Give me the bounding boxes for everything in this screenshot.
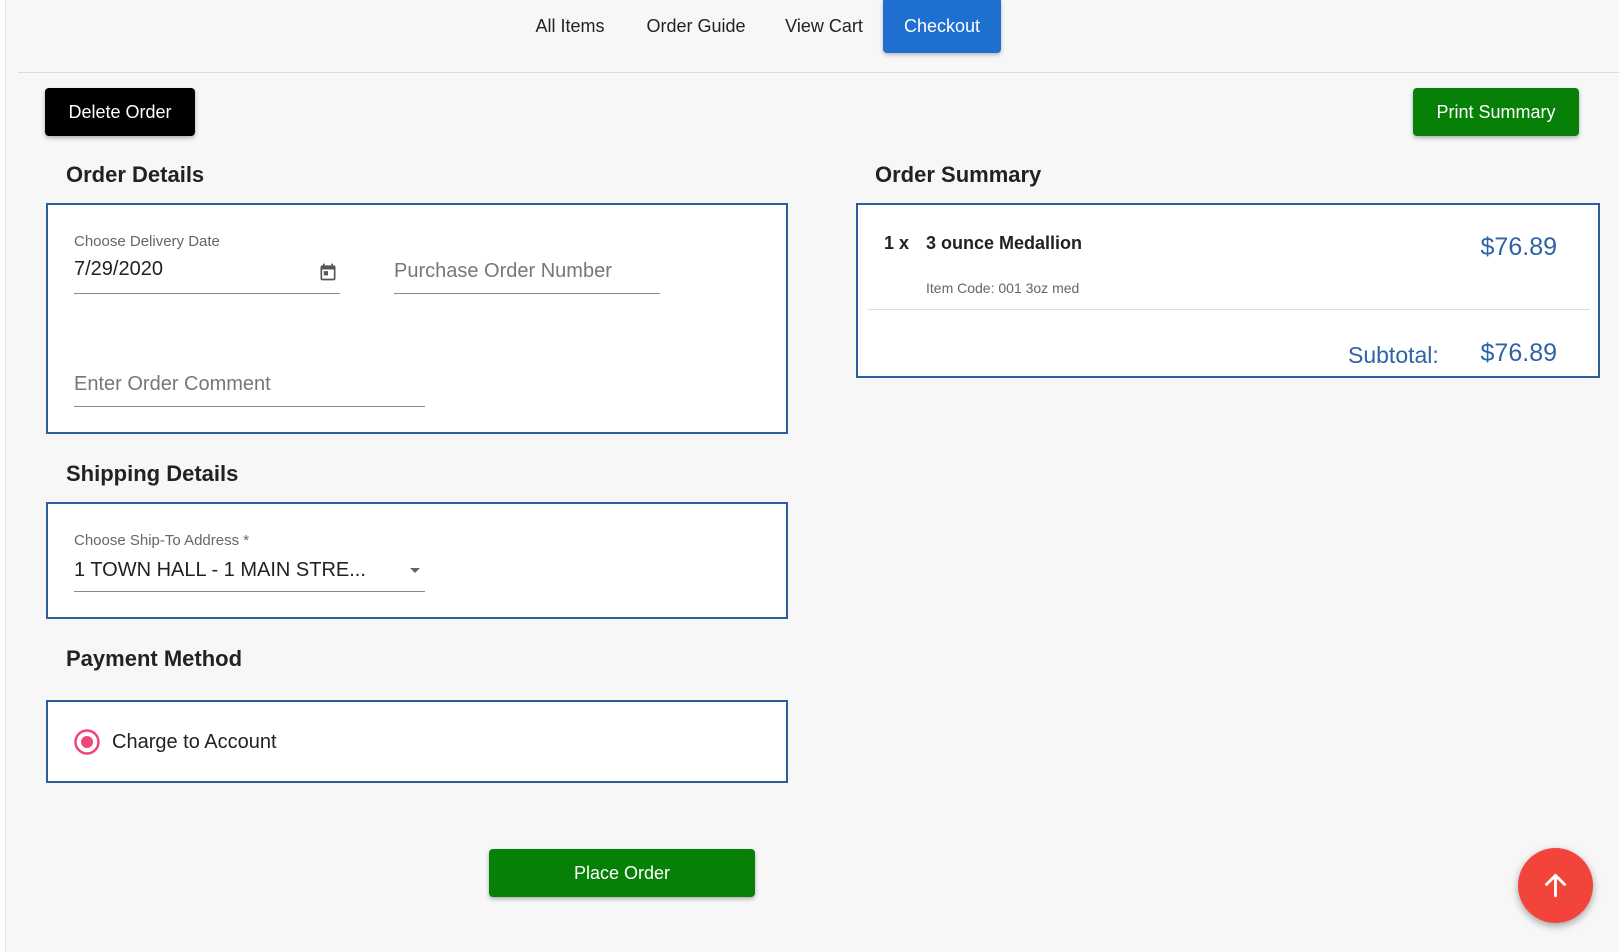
subtotal-label: Subtotal: (1348, 342, 1439, 368)
item-name: 3 ounce Medallion (926, 233, 1083, 253)
order-details-title: Order Details (66, 162, 205, 187)
delete-order-button[interactable]: Delete Order (45, 88, 195, 136)
caret-down-icon[interactable] (408, 566, 422, 576)
tab-order-guide[interactable]: Order Guide (640, 0, 752, 53)
order-comment-input[interactable]: Enter Order Comment (74, 373, 271, 396)
tab-all-items[interactable]: All Items (520, 0, 620, 53)
calendar-icon[interactable] (318, 262, 338, 282)
summary-divider (868, 309, 1590, 310)
order-summary-card: 1 x 3 ounce Medallion Item Code: 001 3oz… (856, 203, 1600, 378)
item-quantity: 1 x (884, 233, 910, 253)
delivery-date-underline (74, 293, 340, 294)
payment-method-card: Charge to Account (46, 700, 788, 783)
ship-to-underline (74, 591, 425, 592)
item-code: Item Code: 001 3oz med (926, 280, 1080, 296)
order-details-card: Choose Delivery Date 7/29/2020 Purchase … (46, 203, 788, 434)
delivery-date-label: Choose Delivery Date (74, 233, 220, 250)
charge-to-account-label[interactable]: Charge to Account (112, 731, 277, 754)
page-frame: All Items Order Guide View Cart Checkout… (5, 0, 1619, 952)
order-summary-title: Order Summary (875, 162, 1042, 187)
print-summary-button[interactable]: Print Summary (1413, 88, 1579, 136)
arrow-up-icon (1545, 873, 1566, 898)
ship-to-select[interactable]: 1 TOWN HALL - 1 MAIN STRE... (74, 559, 366, 582)
item-price: $76.89 (1480, 233, 1557, 261)
delivery-date-value[interactable]: 7/29/2020 (74, 258, 163, 281)
subtotal-value: $76.89 (1480, 339, 1557, 367)
tab-view-cart[interactable]: View Cart (778, 0, 870, 53)
place-order-button[interactable]: Place Order (489, 849, 755, 897)
radio-selected-icon[interactable] (73, 728, 101, 756)
ship-to-label: Choose Ship-To Address * (74, 532, 250, 549)
shipping-details-title: Shipping Details (66, 461, 239, 486)
po-number-underline (394, 293, 660, 294)
po-number-input[interactable]: Purchase Order Number (394, 260, 612, 283)
payment-method-title: Payment Method (66, 646, 243, 671)
order-comment-underline (74, 406, 425, 407)
scroll-to-top-button[interactable] (1518, 848, 1593, 923)
top-nav: All Items Order Guide View Cart Checkout (18, 0, 1619, 73)
shipping-details-card: Choose Ship-To Address * 1 TOWN HALL - 1… (46, 502, 788, 619)
tab-checkout[interactable]: Checkout (883, 0, 1001, 53)
